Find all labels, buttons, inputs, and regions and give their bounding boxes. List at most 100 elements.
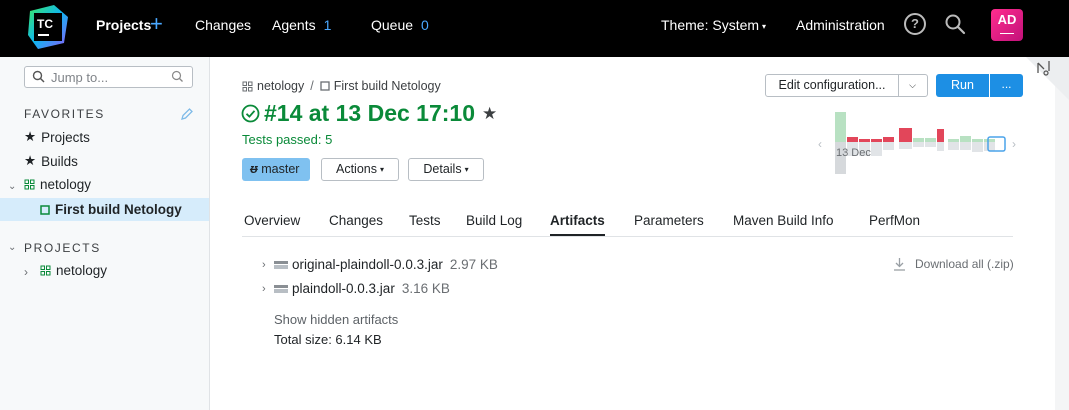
download-all-link[interactable]: Download all (.zip) [893,257,1014,271]
chevron-down-icon: ▾ [464,165,469,174]
timeline-bar[interactable] [937,129,944,142]
timeline-bar[interactable] [960,136,971,142]
edit-configuration-button[interactable]: Edit configuration... [766,75,899,96]
artifact-name[interactable]: original-plaindoll-0.0.3.jar [292,257,443,272]
jar-file-icon [274,260,288,270]
nav-queue[interactable]: Queue 0 [371,16,429,34]
timeline-bar[interactable] [883,142,894,150]
actions-button[interactable]: Actions ▾ [321,158,399,181]
timeline-bar[interactable] [925,138,936,142]
timeline-bar[interactable] [859,139,870,142]
jump-to-input[interactable] [51,69,161,85]
download-icon [893,257,906,271]
timeline-bar[interactable] [835,112,846,142]
chevron-right-icon[interactable]: › [1012,137,1016,151]
timeline-bar[interactable] [948,142,959,150]
corner-toggle[interactable] [1026,57,1069,100]
edit-configuration-button-group: Edit configuration... ⌵ [765,74,928,97]
favorite-star-icon[interactable]: ★ [482,104,497,124]
timeline-bar[interactable] [883,137,894,142]
total-size: Total size: 6.14 KB [274,332,382,347]
timeline-bar[interactable] [899,128,912,142]
download-all-label: Download all (.zip) [915,257,1014,271]
breadcrumb-build-config-link[interactable]: First build Netology [334,79,441,93]
sidebar-item-label: Projects [41,129,90,145]
project-icon [242,81,253,92]
sidebar-item-first-build-netology[interactable]: First build Netology [40,202,182,217]
theme-selector[interactable]: Theme: System ▾ [661,16,766,36]
artifact-row[interactable]: › original-plaindoll-0.0.3.jar 2.97 KB [262,257,498,272]
edit-configuration-dropdown[interactable]: ⌵ [898,75,927,96]
chevron-right-icon[interactable]: › [262,259,274,271]
breadcrumb-project-link[interactable]: netology [257,79,304,93]
tab-overview[interactable]: Overview [244,213,300,228]
build-title: #14 at 13 Dec 17:10 [264,100,475,126]
timeline-bar[interactable] [925,142,936,147]
top-navigation-bar: TC Projects + Changes Agents 1 Queue 0 The… [0,0,1069,57]
edit-favorites-icon[interactable] [180,107,194,121]
breadcrumb-separator: / [310,79,314,93]
search-icon[interactable] [944,13,966,35]
user-avatar[interactable]: AD [991,9,1023,41]
artifact-name[interactable]: plaindoll-0.0.3.jar [292,281,395,296]
search-icon [32,70,45,83]
tab-artifacts[interactable]: Artifacts [550,213,605,236]
run-custom-button[interactable]: ... [990,74,1023,97]
run-button[interactable]: Run [936,74,989,97]
artifact-size: 3.16 KB [401,281,450,296]
add-project-icon[interactable]: + [150,13,163,35]
details-label: Details [423,162,462,176]
favorites-section-title: FAVORITES [24,107,105,121]
sidebar-item-projects[interactable]: ★ Projects [24,129,90,145]
sidebar-item-netology[interactable]: netology [24,177,91,192]
sidebar-item-builds[interactable]: ★ Builds [24,153,78,169]
timeline-bar[interactable] [972,142,983,152]
timeline-bar[interactable] [984,142,995,151]
tab-build-log[interactable]: Build Log [466,213,522,228]
artifact-row[interactable]: › plaindoll-0.0.3.jar 3.16 KB [262,281,450,296]
timeline-bar[interactable] [937,142,944,151]
chevron-left-icon[interactable]: ‹ [818,137,822,151]
build-timeline[interactable]: ‹ › [818,108,1023,178]
queue-count-badge: 0 [421,17,429,33]
tab-parameters[interactable]: Parameters [634,213,704,228]
nav-projects[interactable]: Projects [96,16,151,34]
tab-perfmon[interactable]: PerfMon [869,213,920,228]
timeline-bar[interactable] [899,142,912,149]
details-button[interactable]: Details ▾ [408,158,484,181]
nav-administration[interactable]: Administration [796,16,885,34]
teamcity-logo[interactable]: TC [24,3,72,51]
timeline-bar[interactable] [871,139,882,142]
chevron-right-icon[interactable]: › [24,265,28,279]
nav-queue-label: Queue [371,17,414,33]
timeline-bar[interactable] [960,142,971,150]
timeline-bar[interactable] [913,142,924,147]
tab-tests[interactable]: Tests [409,213,441,228]
tests-status[interactable]: Tests passed: 5 [242,132,332,147]
sidebar: FAVORITES ★ Projects ★ Builds ⌄ netology… [0,57,210,410]
sidebar-item-label: First build Netology [55,202,182,217]
chevron-down-icon[interactable]: ⌄ [8,242,16,253]
tab-changes[interactable]: Changes [329,213,383,228]
jump-to-search[interactable] [24,66,193,88]
timeline-bar[interactable] [871,142,882,156]
nav-agents[interactable]: Agents 1 [272,16,331,34]
show-hidden-artifacts-link[interactable]: Show hidden artifacts [274,312,398,327]
timeline-bar[interactable] [984,139,995,142]
timeline-bar[interactable] [948,139,959,142]
nav-changes[interactable]: Changes [195,16,251,34]
timeline-bar[interactable] [847,137,858,142]
chevron-right-icon[interactable]: › [262,283,274,295]
sidebar-item-netology-project[interactable]: netology [40,263,107,278]
timeline-bar[interactable] [972,139,983,142]
project-icon [24,179,35,190]
artifact-size: 2.97 KB [449,257,498,272]
theme-label: Theme: System [661,17,760,33]
branch-label: master [261,162,300,176]
timeline-date-label: 13 Dec [836,147,871,159]
tab-maven-build-info[interactable]: Maven Build Info [733,213,834,228]
timeline-bar[interactable] [913,138,924,142]
help-icon[interactable]: ? [904,13,926,35]
chevron-down-icon[interactable]: ⌄ [8,181,16,192]
branch-badge[interactable]: ᵿ master [242,158,310,181]
